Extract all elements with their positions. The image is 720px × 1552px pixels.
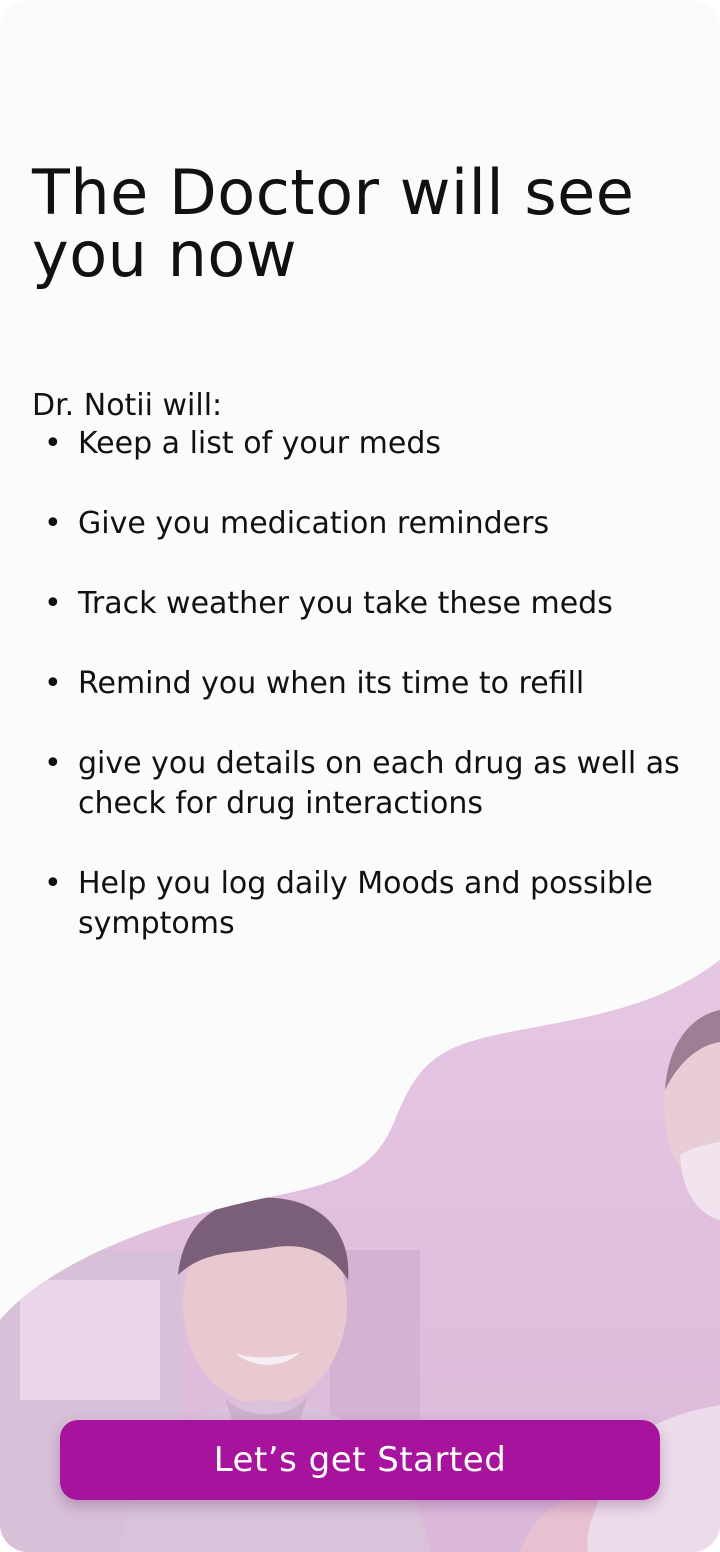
feature-text: Remind you when its time to refill: [78, 666, 585, 701]
intro-text: Dr. Notii will:: [32, 388, 223, 423]
bullet-icon: •: [44, 586, 62, 621]
get-started-button[interactable]: Let’s get Started: [60, 1420, 660, 1500]
feature-text: Give you medication reminders: [78, 506, 550, 541]
feature-list: • Keep a list of your meds • Give you me…: [44, 424, 684, 984]
feature-text: Keep a list of your meds: [78, 426, 441, 461]
feature-text: Track weather you take these meds: [78, 586, 613, 621]
bullet-icon: •: [44, 746, 62, 781]
bullet-icon: •: [44, 506, 62, 541]
list-item: • Track weather you take these meds: [44, 584, 684, 624]
list-item: • give you details on each drug as well …: [44, 744, 684, 824]
page-title: The Doctor will see you now: [32, 156, 635, 291]
feature-text: give you details on each drug as well as…: [78, 746, 680, 821]
onboarding-screen: The Doctor will see you now Dr. Notii wi…: [0, 0, 720, 1552]
list-item: • Give you medication reminders: [44, 504, 684, 544]
bullet-icon: •: [44, 426, 62, 461]
list-item: • Keep a list of your meds: [44, 424, 684, 464]
bullet-icon: •: [44, 666, 62, 701]
list-item: • Remind you when its time to refill: [44, 664, 684, 704]
feature-text: Help you log daily Moods and possible sy…: [78, 866, 653, 941]
list-item: • Help you log daily Moods and possible …: [44, 864, 684, 944]
bullet-icon: •: [44, 866, 62, 901]
